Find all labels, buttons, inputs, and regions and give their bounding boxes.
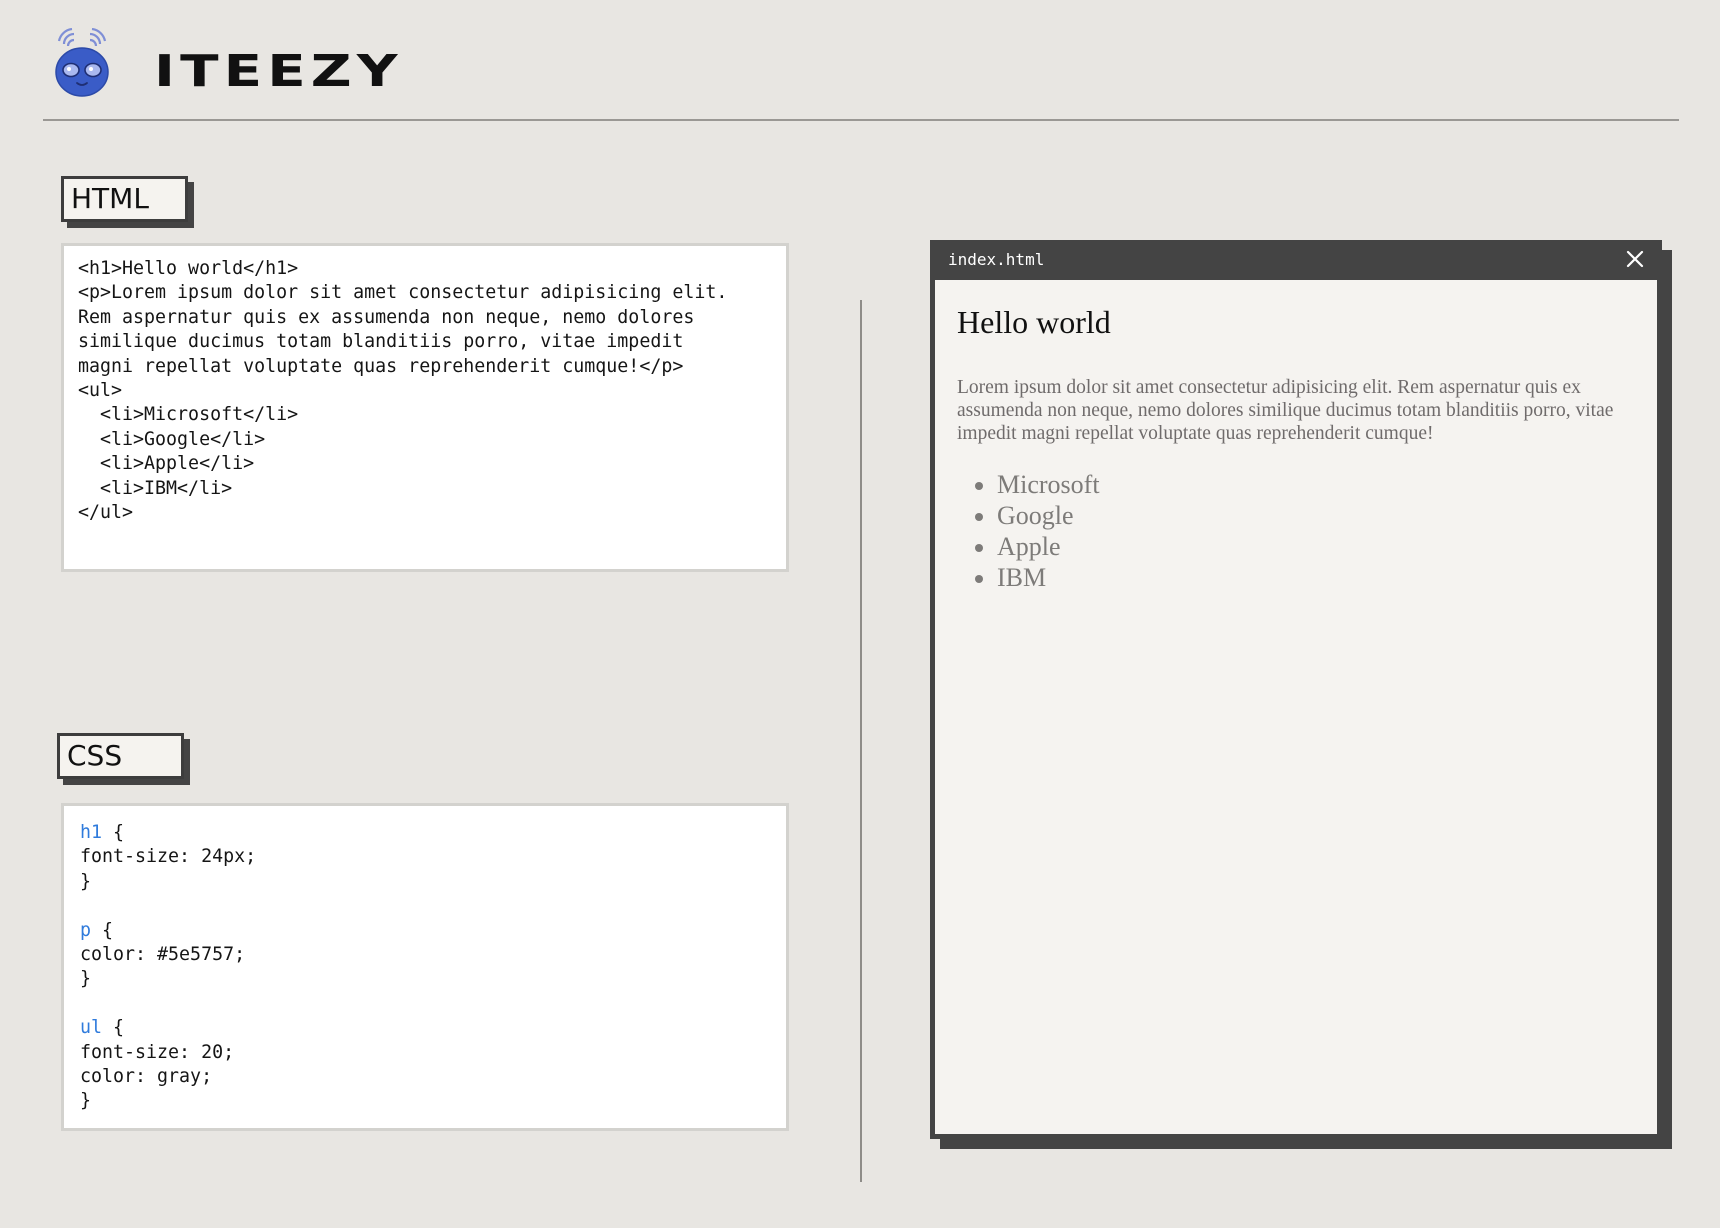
- css-open-brace: {: [102, 822, 125, 843]
- css-selector: h1: [80, 822, 103, 843]
- code-line: <li>Google</li>: [78, 428, 266, 450]
- preview-list: MicrosoftGoogleAppleIBM: [957, 469, 1619, 593]
- code-line: <li>Microsoft</li>: [78, 404, 299, 426]
- header-divider: [43, 119, 1679, 121]
- robot-mascot-icon: [55, 28, 109, 97]
- preview-window: index.html Hello world Lorem ipsum dolor…: [930, 240, 1662, 1139]
- css-open-brace: {: [91, 919, 114, 941]
- list-item: Microsoft: [997, 469, 1619, 500]
- css-close-brace: }: [80, 870, 92, 892]
- css-declaration: color: gray;: [80, 1065, 213, 1087]
- preview-viewport: Hello world Lorem ipsum dolor sit amet c…: [935, 280, 1657, 1134]
- css-rule-header: p {: [80, 919, 786, 943]
- css-declaration: font-size: 20;: [80, 1041, 235, 1063]
- css-selector: ul: [80, 1017, 103, 1039]
- css-rule-header: ul {: [80, 1016, 786, 1040]
- css-code-block: h1 {font-size: 24px;} p {color: #5e5757;}…: [61, 803, 789, 1131]
- html-code-block: <h1>Hello world</h1> <p>Lorem ipsum dolor…: [61, 243, 789, 572]
- preview-paragraph: Lorem ipsum dolor sit amet consectetur a…: [957, 377, 1614, 444]
- code-line: <li>IBM</li>: [78, 477, 233, 499]
- code-line: magni repellat voluptate quas reprehende…: [78, 355, 684, 377]
- window-titlebar[interactable]: index.html: [930, 240, 1662, 278]
- list-item: Apple: [997, 531, 1619, 562]
- window-title: index.html: [948, 250, 1045, 269]
- css-close-brace: }: [80, 1090, 92, 1112]
- css-declaration: color: #5e5757;: [80, 943, 246, 965]
- list-item: Google: [997, 500, 1619, 531]
- preview-heading: Hello world: [957, 304, 1111, 340]
- code-line: <h1>Hello world</h1>: [78, 258, 299, 279]
- code-line: Rem aspernatur quis ex assumenda non neq…: [78, 306, 695, 328]
- brand-name: ITEEZY: [154, 46, 403, 97]
- html-section-label: HTML: [61, 176, 188, 222]
- css-close-brace: }: [80, 968, 92, 990]
- list-item: IBM: [997, 562, 1619, 593]
- code-line: <li>Apple</li>: [78, 453, 255, 475]
- code-line: similique ducimus totam blanditiis porro…: [78, 331, 684, 353]
- css-selector: p: [80, 919, 92, 941]
- css-open-brace: {: [102, 1017, 125, 1039]
- vertical-divider: [860, 300, 862, 1182]
- css-rule-header: h1 {: [80, 821, 786, 845]
- code-line: <p>Lorem ipsum dolor sit amet consectetu…: [78, 282, 728, 304]
- code-line: <ul>: [78, 379, 123, 401]
- css-declaration: font-size: 24px;: [80, 846, 257, 868]
- css-section-label: CSS: [57, 733, 184, 779]
- header: ITEEZY: [0, 0, 1720, 122]
- code-line: </ul>: [78, 501, 134, 523]
- close-icon[interactable]: [1626, 250, 1644, 268]
